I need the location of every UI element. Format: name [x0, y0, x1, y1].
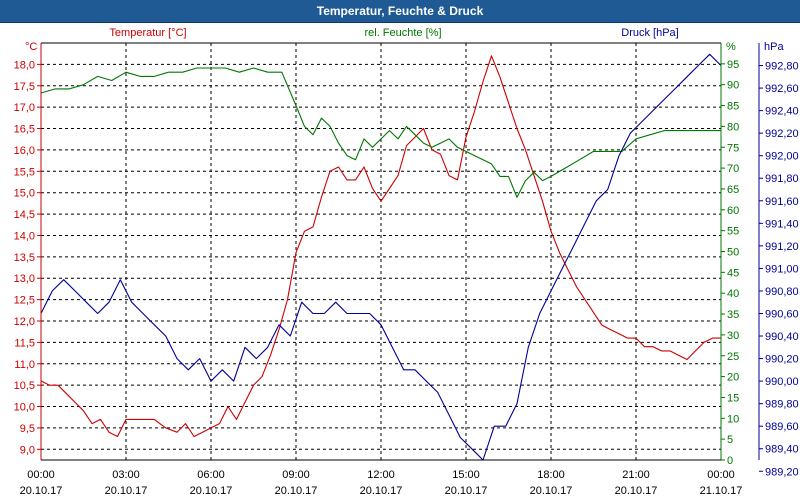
- pressure-tick-label: 990,20: [765, 354, 799, 366]
- pressure-tick-label: 990,80: [765, 286, 799, 298]
- humidity-tick-label: 35: [727, 309, 739, 321]
- axes: 00:00 20.10.17 03:00 20.10.17 06:00 20.10.17 0…: [14, 42, 799, 497]
- left-tick-label: 12,0: [14, 316, 35, 328]
- humidity-tick-label: 85: [727, 101, 739, 113]
- x-tick-time: 06:00: [197, 469, 225, 481]
- left-tick-label: 15,5: [14, 166, 35, 178]
- x-tick-date: 20.10.17: [275, 485, 318, 497]
- pressure-tick-label: 992,80: [765, 61, 799, 73]
- pressure-tick-label: 990,00: [765, 376, 799, 388]
- left-tick-label: 9,5: [20, 423, 35, 435]
- x-tick-date: 20.10.17: [615, 485, 658, 497]
- x-tick-time: 00:00: [27, 469, 55, 481]
- pressure-tick-label: 990,40: [765, 331, 799, 343]
- humidity-tick-label: 60: [727, 205, 739, 217]
- pressure-tick-label: 989,80: [765, 399, 799, 411]
- pressure-tick-label: 992,60: [765, 83, 799, 95]
- pressure-tick-label: 991,00: [765, 263, 799, 275]
- left-tick-label: 18,0: [14, 59, 35, 71]
- pressure-axis-unit: hPa: [764, 41, 784, 53]
- left-tick-label: 17,5: [14, 81, 35, 93]
- x-tick-time: 03:00: [112, 469, 140, 481]
- x-tick-time: 21:00: [622, 469, 650, 481]
- x-tick-date: 20.10.17: [105, 485, 148, 497]
- humidity-tick-label: 50: [727, 247, 739, 259]
- humidity-tick-label: 15: [727, 392, 739, 404]
- pressure-tick-label: 989,60: [765, 421, 799, 433]
- x-tick-date: 20.10.17: [360, 485, 403, 497]
- left-tick-label: 12,5: [14, 295, 35, 307]
- left-tick-label: 16,0: [14, 145, 35, 157]
- legend-pressure: Druck [hPa]: [621, 27, 678, 39]
- x-tick-time: 15:00: [452, 469, 480, 481]
- x-tick-date: 20.10.17: [445, 485, 488, 497]
- x-tick-date: 20.10.17: [530, 485, 573, 497]
- pressure-tick-label: 991,40: [765, 218, 799, 230]
- left-tick-label: 17,0: [14, 102, 35, 114]
- pressure-tick-label: 992,00: [765, 151, 799, 163]
- left-tick-label: 13,0: [14, 273, 35, 285]
- pressure-tick-label: 992,20: [765, 128, 799, 140]
- pressure-tick-label: 989,40: [765, 444, 799, 456]
- left-tick-label: 9,0: [20, 444, 35, 456]
- humidity-tick-label: 10: [727, 413, 739, 425]
- left-tick-label: 14,5: [14, 209, 35, 221]
- left-tick-label: 15,0: [14, 188, 35, 200]
- humidity-tick-label: 80: [727, 121, 739, 133]
- humidity-tick-label: 30: [727, 330, 739, 342]
- humidity-tick-label: 20: [727, 372, 739, 384]
- x-tick-date: 20.10.17: [20, 485, 63, 497]
- pressure-tick-label: 992,40: [765, 106, 799, 118]
- chart-canvas: 00:00 20.10.17 03:00 20.10.17 06:00 20.10.17 0…: [14, 27, 799, 497]
- humidity-tick-label: 95: [727, 59, 739, 71]
- pressure-tick-label: 990,60: [765, 308, 799, 320]
- left-tick-label: 16,5: [14, 124, 35, 136]
- pressure-tick-label: 991,20: [765, 241, 799, 253]
- left-tick-label: 11,0: [14, 359, 35, 371]
- humidity-tick-label: 75: [727, 142, 739, 154]
- left-tick-label: 13,5: [14, 252, 35, 264]
- x-tick-time: 12:00: [367, 469, 395, 481]
- x-tick-time: 00:00: [707, 469, 735, 481]
- humidity-tick-label: 45: [727, 267, 739, 279]
- humidity-tick-label: 5: [727, 434, 733, 446]
- humidity-tick-label: 40: [727, 288, 739, 300]
- legend-humidity: rel. Feuchte [%]: [364, 27, 441, 39]
- x-tick-date: 20.10.17: [190, 485, 233, 497]
- humidity-tick-label: 55: [727, 226, 739, 238]
- humidity-tick-label: 70: [727, 163, 739, 175]
- humidity-axis-unit: %: [726, 41, 736, 53]
- humidity-tick-label: 0: [727, 455, 733, 467]
- left-tick-label: 10,5: [14, 380, 35, 392]
- left-tick-label: 14,0: [14, 230, 35, 242]
- grid-lines: [41, 43, 721, 460]
- pressure-tick-label: 991,80: [765, 173, 799, 185]
- humidity-tick-label: 25: [727, 351, 739, 363]
- x-tick-time: 09:00: [282, 469, 310, 481]
- pressure-tick-label: 991,60: [765, 196, 799, 208]
- left-tick-label: 11,5: [14, 337, 35, 349]
- humidity-tick-label: 65: [727, 184, 739, 196]
- legend-temperature: Temperatur [°C]: [109, 27, 186, 39]
- x-tick-time: 18:00: [537, 469, 565, 481]
- pressure-tick-label: 989,20: [765, 466, 799, 478]
- x-tick-date: 21.10.17: [700, 485, 743, 497]
- left-axis-unit: °C: [25, 41, 37, 53]
- humidity-tick-label: 90: [727, 80, 739, 92]
- left-tick-label: 10,0: [14, 402, 35, 414]
